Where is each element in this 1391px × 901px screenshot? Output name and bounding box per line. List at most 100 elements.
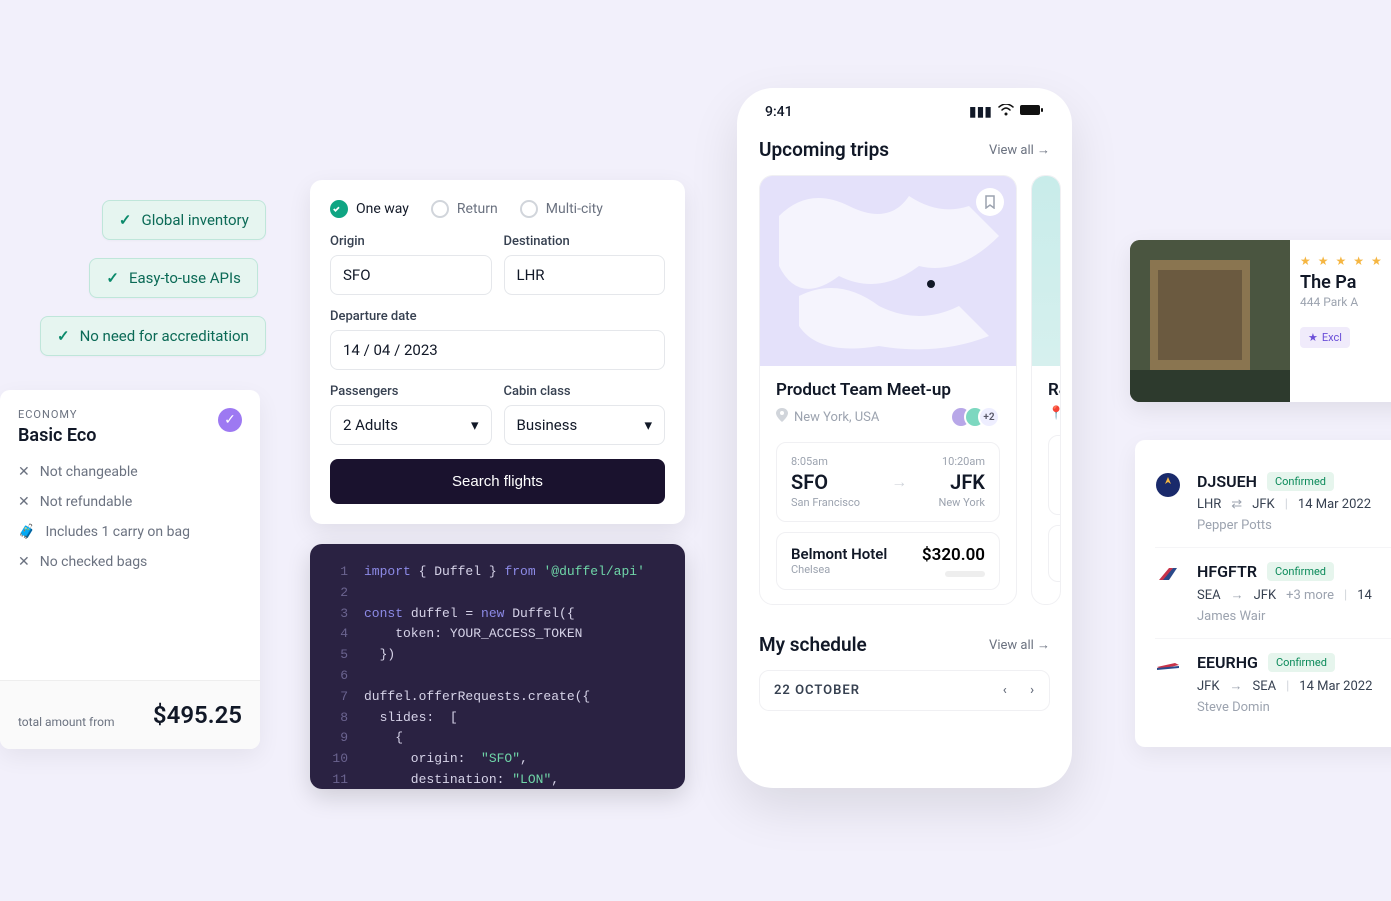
route-from: JFK — [1197, 679, 1220, 694]
fare-feature-text: Not refundable — [40, 494, 133, 510]
fare-feature: 🧳Includes 1 carry on bag — [18, 524, 242, 540]
departure-time: 8:05am — [791, 455, 860, 468]
radio-dot-icon — [520, 200, 538, 218]
airline-logo-icon — [1155, 562, 1181, 588]
cabin-class-label: Cabin class — [504, 384, 666, 399]
radio-return[interactable]: Return — [431, 200, 498, 218]
trip-location: New York, USA — [794, 410, 879, 425]
x-icon: ✕ — [18, 554, 30, 570]
badge-label: Excl — [1322, 331, 1342, 344]
flight-segment: 8:3 JF Ne — [1048, 435, 1061, 515]
feature-pill-label: Global inventory — [141, 211, 248, 229]
trip-type-radio-group: One way Return Multi-city — [330, 200, 665, 218]
arrow-right-icon: → — [891, 472, 907, 492]
radio-dot-icon — [330, 200, 348, 218]
upcoming-trips-title: Upcoming trips — [759, 138, 889, 161]
hotel-name: The Pa — [1300, 272, 1384, 293]
status-time: 9:41 — [765, 104, 793, 120]
route-from: SEA — [1197, 588, 1221, 603]
bookmark-icon[interactable] — [976, 188, 1004, 216]
booking-row[interactable]: HFGFTR Confirmed SEA → JFK +3 more | 14 … — [1155, 548, 1391, 639]
departure-date-input[interactable]: 14 / 04 / 2023 — [330, 330, 665, 370]
radio-dot-icon — [431, 200, 449, 218]
check-icon: ✓ — [106, 269, 119, 287]
star-icon: ★ — [1308, 331, 1318, 344]
price-placeholder — [945, 571, 985, 577]
passenger-name: Steve Domin — [1197, 700, 1391, 715]
chevron-left-icon[interactable]: ‹ — [1003, 683, 1008, 698]
trip-card[interactable]: Product Team Meet-up New York, USA — [759, 175, 1017, 605]
origin-label: Origin — [330, 234, 492, 249]
avatar-overflow: +2 — [978, 406, 1000, 428]
passengers-select[interactable]: 2 Adults ▾ — [330, 405, 492, 445]
route-arrow-icon: → — [1230, 678, 1243, 694]
fare-name: Basic Eco — [18, 425, 96, 446]
destination-input[interactable]: LHR — [504, 255, 666, 295]
radio-multi-city[interactable]: Multi-city — [520, 200, 603, 218]
route-extra: +3 more — [1286, 588, 1334, 603]
fare-feature: ✕Not changeable — [18, 464, 242, 480]
passenger-name: Pepper Potts — [1197, 518, 1391, 533]
check-icon: ✓ — [57, 327, 70, 345]
radio-label: Return — [457, 201, 498, 217]
destination-label: Destination — [504, 234, 666, 249]
check-icon: ✓ — [119, 211, 132, 229]
feature-pill: ✓ Easy-to-use APIs — [89, 258, 257, 298]
booking-date: 14 Mar 2022 — [1298, 497, 1371, 512]
departure-city: San Francisco — [791, 496, 860, 509]
route-from: LHR — [1197, 497, 1221, 512]
signal-icon: ▮▮▮ — [969, 104, 992, 120]
hotel-address: 444 Park A — [1300, 295, 1384, 309]
trip-card-peek[interactable]: R& 📍 8:3 JF Ne Te Tec — [1031, 175, 1061, 605]
flight-segment: 8:05am SFO San Francisco → 10:20am JFK N… — [776, 442, 1000, 522]
search-flights-button[interactable]: Search flights — [330, 459, 665, 504]
exclusive-badge: ★ Excl — [1300, 327, 1350, 348]
chevron-down-icon: ▾ — [644, 416, 652, 434]
booking-row[interactable]: DJSUEH Confirmed LHR ⇄ JFK | 14 Mar 2022… — [1155, 458, 1391, 548]
fare-card[interactable]: ECONOMY Basic Eco ✓ ✕Not changeable ✕Not… — [0, 390, 260, 749]
feature-pill: ✓ No need for accreditation — [40, 316, 266, 356]
feature-pill-label: No need for accreditation — [80, 327, 249, 345]
booking-date: 14 — [1357, 588, 1372, 603]
schedule-date-picker[interactable]: 22 OCTOBER ‹ › — [759, 670, 1050, 711]
hotel-area: Chelsea — [791, 563, 887, 576]
hotel-price: $320.00 — [922, 545, 985, 565]
route-to: JFK — [1254, 588, 1277, 603]
schedule-date: 22 OCTOBER — [774, 683, 860, 698]
wifi-icon — [998, 104, 1014, 120]
route-arrow-icon: → — [1231, 587, 1244, 603]
departure-date-label: Departure date — [330, 309, 665, 324]
route-arrow-icon: ⇄ — [1231, 497, 1242, 512]
radio-one-way[interactable]: One way — [330, 200, 409, 218]
departure-code: SFO — [791, 470, 860, 494]
view-all-link[interactable]: View all → — [989, 637, 1050, 653]
fare-feature: ✕No checked bags — [18, 554, 242, 570]
hotel-name: Belmont Hotel — [791, 545, 887, 563]
booking-date: 14 Mar 2022 — [1299, 679, 1372, 694]
cabin-class-select[interactable]: Business ▾ — [504, 405, 666, 445]
hotel-result-card[interactable]: ★ ★ ★ ★ ★ The Pa 444 Park A ★ Excl — [1130, 240, 1391, 402]
mobile-app-mock: 9:41 ▮▮▮ Upcoming trips View all → — [737, 88, 1072, 788]
bag-icon: 🧳 — [18, 524, 35, 540]
feature-pill: ✓ Global inventory — [102, 200, 266, 240]
trip-map — [1032, 176, 1060, 366]
airline-logo-icon — [1155, 472, 1181, 498]
code-snippet: 1import { Duffel } from '@duffel/api'23c… — [310, 544, 685, 789]
booking-code: EEURHG — [1197, 653, 1258, 672]
battery-icon — [1020, 104, 1044, 120]
bookings-list: DJSUEH Confirmed LHR ⇄ JFK | 14 Mar 2022… — [1135, 440, 1391, 747]
view-all-link[interactable]: View all → — [989, 142, 1050, 158]
hotel-summary: Belmont Hotel Chelsea $320.00 — [776, 532, 1000, 590]
route-to: SEA — [1253, 679, 1277, 694]
radio-label: Multi-city — [546, 201, 603, 217]
chevron-right-icon[interactable]: › — [1030, 683, 1035, 698]
status-badge: Confirmed — [1268, 653, 1335, 672]
booking-row[interactable]: EEURHG Confirmed JFK → SEA | 14 Mar 2022… — [1155, 639, 1391, 729]
feature-pill-group: ✓ Global inventory ✓ Easy-to-use APIs ✓ … — [40, 200, 266, 356]
radio-label: One way — [356, 201, 409, 217]
passengers-label: Passengers — [330, 384, 492, 399]
origin-input[interactable]: SFO — [330, 255, 492, 295]
x-icon: ✕ — [18, 494, 30, 510]
flight-search-card: One way Return Multi-city Origin SFO Des… — [310, 180, 685, 524]
my-schedule-title: My schedule — [759, 633, 867, 656]
